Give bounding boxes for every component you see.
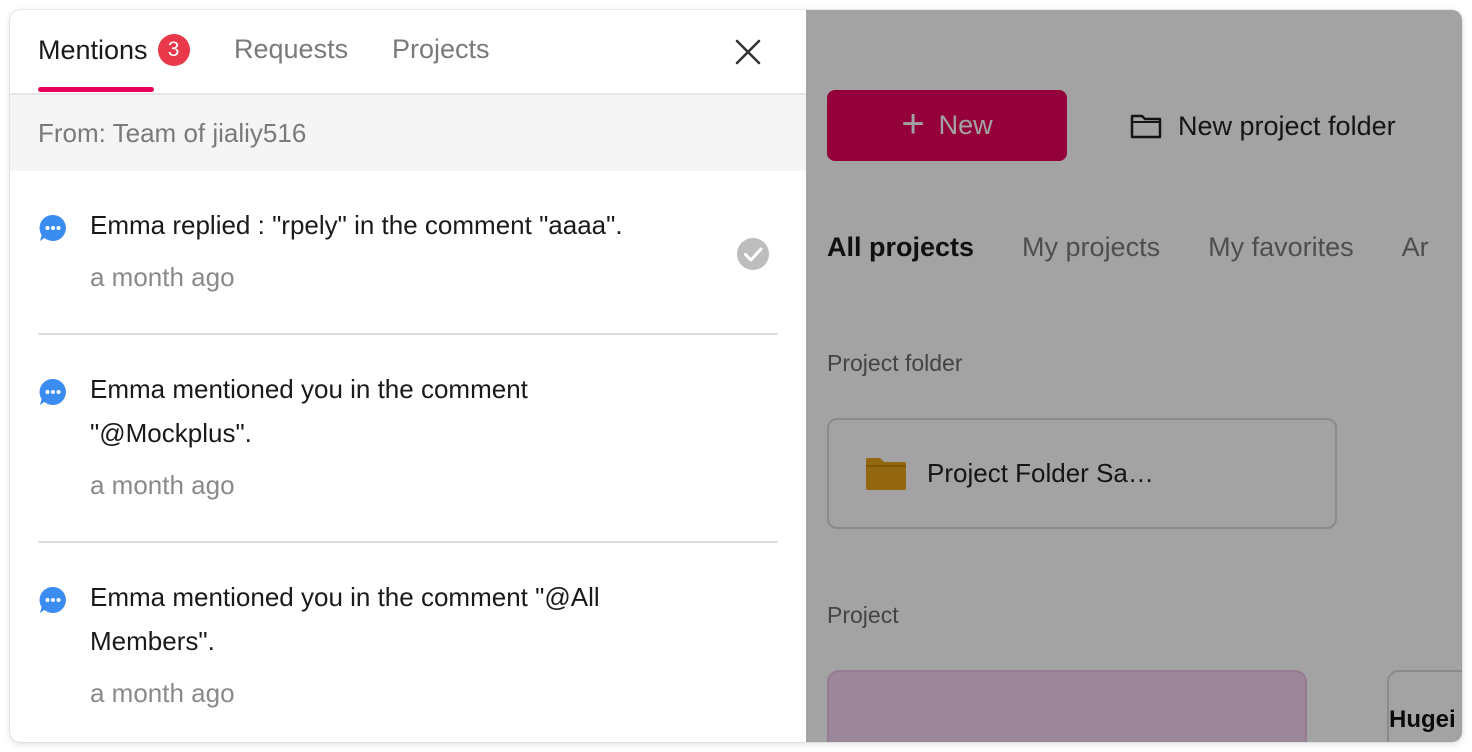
check-circle-icon[interactable] <box>736 237 770 271</box>
notification-list: Emma replied : "rpely" in the comment "a… <box>10 171 806 742</box>
tab-requests-label: Requests <box>234 34 349 64</box>
notification-text: Emma mentioned you in the comment "@All … <box>90 582 600 656</box>
notification-item[interactable]: Emma replied : "rpely" in the comment "a… <box>38 171 778 335</box>
tab-mentions-label: Mentions <box>38 34 148 65</box>
active-tab-indicator <box>38 87 154 92</box>
close-icon[interactable] <box>732 36 764 68</box>
notification-tabbar: Mentions 3 Requests Projects <box>10 10 806 95</box>
tab-projects-label: Projects <box>392 34 490 64</box>
notification-text: Emma replied : "rpely" in the comment "a… <box>90 210 623 240</box>
notification-text: Emma mentioned you in the comment "@Mock… <box>90 374 528 448</box>
notification-item[interactable]: Emma mentioned you in the comment "@Mock… <box>38 335 778 543</box>
mentions-count-badge: 3 <box>157 34 190 66</box>
comment-bubble-icon <box>39 378 66 405</box>
from-team-label: From: Team of jialiy516 <box>38 117 307 148</box>
tab-mentions[interactable]: Mentions 3 <box>38 34 190 66</box>
tab-requests[interactable]: Requests <box>234 34 348 65</box>
comment-bubble-icon <box>39 586 66 613</box>
notification-time: a month ago <box>90 262 235 292</box>
from-team-bar: From: Team of jialiy516 <box>10 95 806 171</box>
comment-bubble-icon <box>39 214 66 241</box>
notification-time: a month ago <box>90 470 235 500</box>
notification-item[interactable]: Emma mentioned you in the comment "@All … <box>38 543 778 742</box>
notification-time: a month ago <box>90 678 235 708</box>
app-window: + New New project folder All projects My… <box>10 10 1462 742</box>
notification-panel: Mentions 3 Requests Projects From: Team … <box>10 10 806 742</box>
tab-projects[interactable]: Projects <box>392 34 490 65</box>
